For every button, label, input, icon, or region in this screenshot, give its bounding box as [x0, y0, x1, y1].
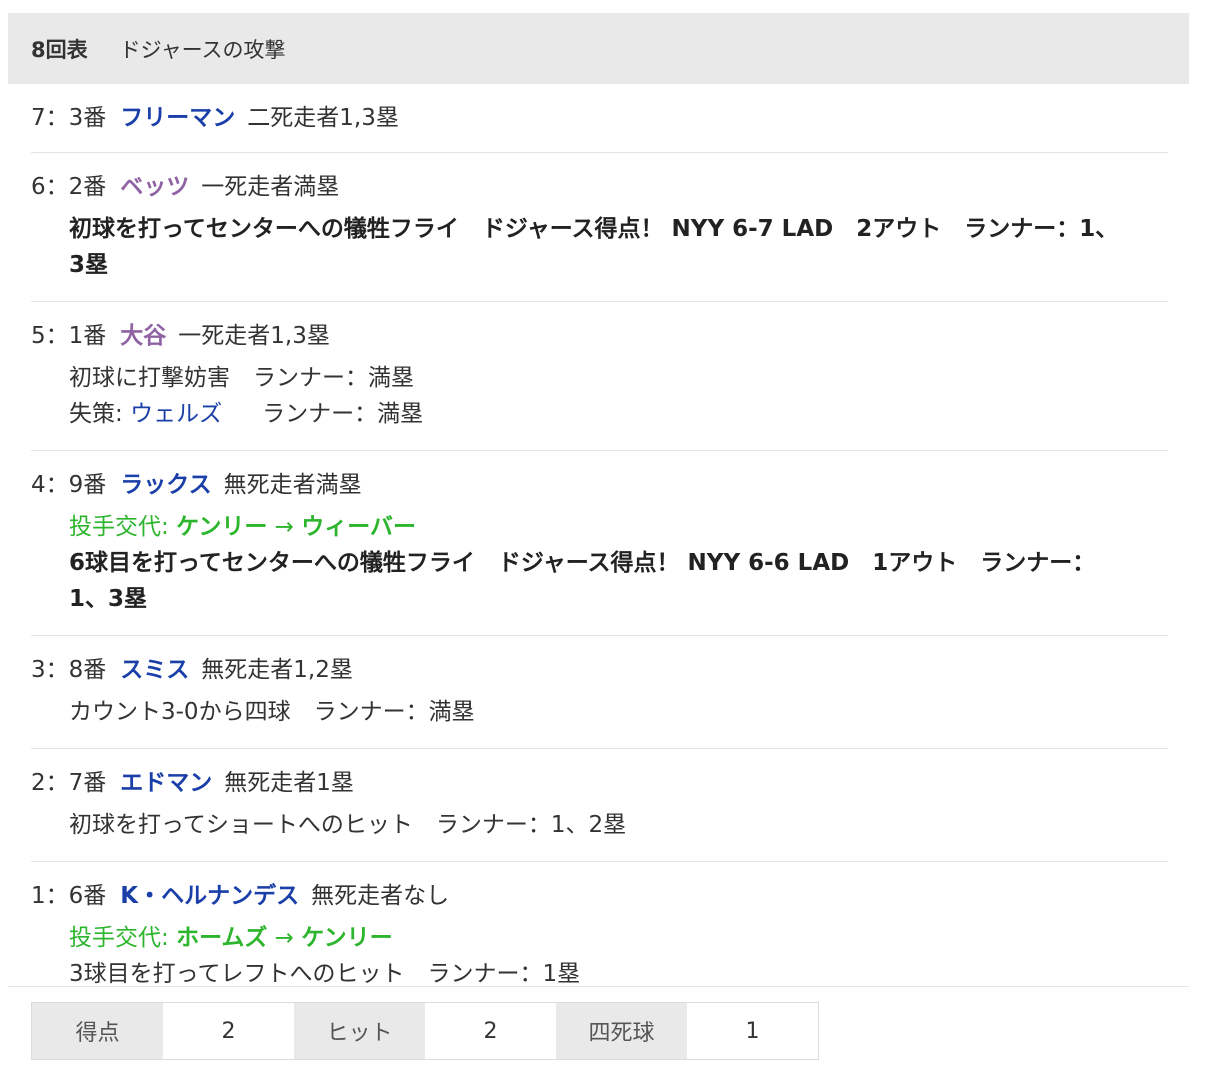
base-situation: 無死走者満塁 [223, 472, 362, 498]
hits-value: 2 [425, 1003, 556, 1059]
player-link-lux[interactable]: ラックス [120, 472, 211, 498]
scoring-play-result-cont: 1、3塁 [69, 586, 148, 612]
arrow: → [267, 514, 302, 540]
play-by-play-list: 7：3番 フリーマン 二死走者1,3塁 6：2番 ベッツ 一死走者満塁 初球を打ってセン… [31, 84, 1168, 1010]
error-runner: ランナー：満塁 [262, 401, 424, 427]
base-situation: 一死走者1,3塁 [178, 323, 330, 349]
inning-header: 8回表 ドジャースの攻撃 [8, 13, 1189, 84]
play-item-1: 1：6番 K・ヘルナンデス 無死走者なし 投手交代: ホームズ → ケンリー 3球目… [31, 862, 1168, 1010]
pitcher-to[interactable]: ケンリー [301, 925, 392, 951]
batter-line: 5：1番 大谷 一死走者1,3塁 [31, 320, 1168, 352]
play-details: 投手交代: ホームズ → ケンリー 3球目を打ってレフトへのヒット ランナー：1… [31, 920, 1168, 992]
batter-line: 7：3番 フリーマン 二死走者1,3塁 [31, 102, 1168, 134]
batting-order: 3：8番 [31, 657, 107, 683]
play-result: カウント3-0から四球 ランナー：満塁 [69, 699, 475, 725]
player-link-betts[interactable]: ベッツ [120, 174, 189, 200]
play-item-3: 3：8番 スミス 無死走者1,2塁 カウント3-0から四球 ランナー：満塁 [31, 636, 1168, 749]
pitching-change: 投手交代: ホームズ → ケンリー [69, 920, 1168, 956]
walks-label: 四死球 [556, 1003, 687, 1059]
error-prefix: 失策: [69, 401, 131, 427]
attack-team-label: ドジャースの攻撃 [119, 37, 286, 62]
play-result: 初球に打撃妨害 ランナー：満塁 [69, 365, 414, 391]
pitcher-to[interactable]: ウィーバー [301, 514, 416, 540]
batter-line: 6：2番 ベッツ 一死走者満塁 [31, 171, 1168, 203]
player-link-smith[interactable]: スミス [120, 657, 189, 683]
play-item-7: 7：3番 フリーマン 二死走者1,3塁 [31, 84, 1168, 153]
batter-line: 1：6番 K・ヘルナンデス 無死走者なし [31, 880, 1168, 912]
scoring-play-result: 6球目を打ってセンターへの犠牲フライ ドジャース得点！ NYY 6-6 LAD … [69, 550, 1096, 576]
runs-value: 2 [163, 1003, 294, 1059]
pitcher-from[interactable]: ケンリー [176, 514, 267, 540]
inning-summary-table: 得点 2 ヒット 2 四死球 1 [31, 1002, 819, 1060]
error-line: 失策: ウェルズ ランナー：満塁 [69, 396, 1168, 432]
base-situation: 二死走者1,3塁 [247, 105, 399, 131]
arrow: → [267, 925, 302, 951]
base-situation: 無死走者1塁 [224, 770, 354, 796]
play-item-5: 5：1番 大谷 一死走者1,3塁 初球に打撃妨害 ランナー：満塁 失策: ウェルズ ラ… [31, 302, 1168, 451]
play-details: 初球を打ってショートへのヒット ランナー：1、2塁 [31, 807, 1168, 843]
batter-line: 3：8番 スミス 無死走者1,2塁 [31, 654, 1168, 686]
batter-line: 2：7番 エドマン 無死走者1塁 [31, 767, 1168, 799]
play-item-2: 2：7番 エドマン 無死走者1塁 初球を打ってショートへのヒット ランナー：1、2塁 [31, 749, 1168, 862]
play-item-6: 6：2番 ベッツ 一死走者満塁 初球を打ってセンターへの犠牲フライ ドジャース得点！… [31, 153, 1168, 302]
inning-label: 8回表 [31, 37, 88, 62]
batting-order: 1：6番 [31, 883, 107, 909]
play-details: 初球を打ってセンターへの犠牲フライ ドジャース得点！ NYY 6-7 LAD 2… [31, 211, 1168, 283]
play-details: 初球に打撃妨害 ランナー：満塁 失策: ウェルズ ランナー：満塁 [31, 360, 1168, 432]
player-link-freeman[interactable]: フリーマン [120, 105, 235, 131]
player-link-hernandez[interactable]: K・ヘルナンデス [120, 883, 299, 909]
base-situation: 無死走者1,2塁 [201, 657, 353, 683]
walks-value: 1 [687, 1003, 818, 1059]
play-details: カウント3-0から四球 ランナー：満塁 [31, 694, 1168, 730]
runs-label: 得点 [32, 1003, 163, 1059]
pitching-change-prefix: 投手交代: [69, 925, 177, 951]
player-link-wells[interactable]: ウェルズ [130, 401, 222, 427]
pitching-change-prefix: 投手交代: [69, 514, 177, 540]
play-details: 投手交代: ケンリー → ウィーバー 6球目を打ってセンターへの犠牲フライ ドジ… [31, 509, 1168, 617]
batting-order: 6：2番 [31, 174, 107, 200]
divider [8, 986, 1189, 987]
player-link-ohtani[interactable]: 大谷 [120, 323, 166, 349]
scoring-play-result-cont: 3塁 [69, 252, 109, 278]
base-situation: 無死走者なし [311, 883, 450, 909]
pitching-change: 投手交代: ケンリー → ウィーバー [69, 509, 1168, 545]
player-link-edman[interactable]: エドマン [120, 770, 212, 796]
hits-label: ヒット [294, 1003, 425, 1059]
batting-order: 2：7番 [31, 770, 107, 796]
batting-order: 7：3番 [31, 105, 107, 131]
play-result: 初球を打ってショートへのヒット ランナー：1、2塁 [69, 812, 627, 838]
scoring-play-result: 初球を打ってセンターへの犠牲フライ ドジャース得点！ NYY 6-7 LAD 2… [69, 216, 1119, 242]
pitcher-from[interactable]: ホームズ [176, 925, 267, 951]
play-item-4: 4：9番 ラックス 無死走者満塁 投手交代: ケンリー → ウィーバー 6球目を打っ… [31, 451, 1168, 636]
batter-line: 4：9番 ラックス 無死走者満塁 [31, 469, 1168, 501]
batting-order: 5：1番 [31, 323, 107, 349]
batting-order: 4：9番 [31, 472, 107, 498]
base-situation: 一死走者満塁 [201, 174, 340, 200]
